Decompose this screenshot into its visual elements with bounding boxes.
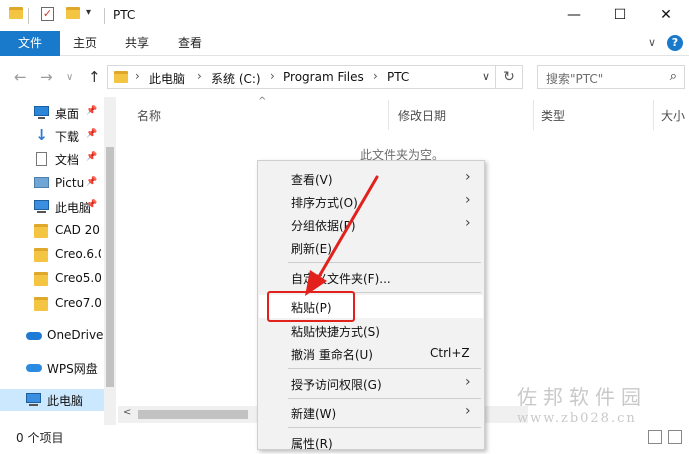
watermark-url: www.zb028.cn xyxy=(517,411,637,426)
watermark: 佐邦软件园 www.zb028.cn xyxy=(517,381,647,426)
file-explorer-window: ✓ ▾ PTC — ☐ ✕ 文件 主页 共享 查看 ∨ ? ← → ∨ ↑ › … xyxy=(0,0,689,451)
watermark-title: 佐邦软件园 xyxy=(517,385,647,409)
